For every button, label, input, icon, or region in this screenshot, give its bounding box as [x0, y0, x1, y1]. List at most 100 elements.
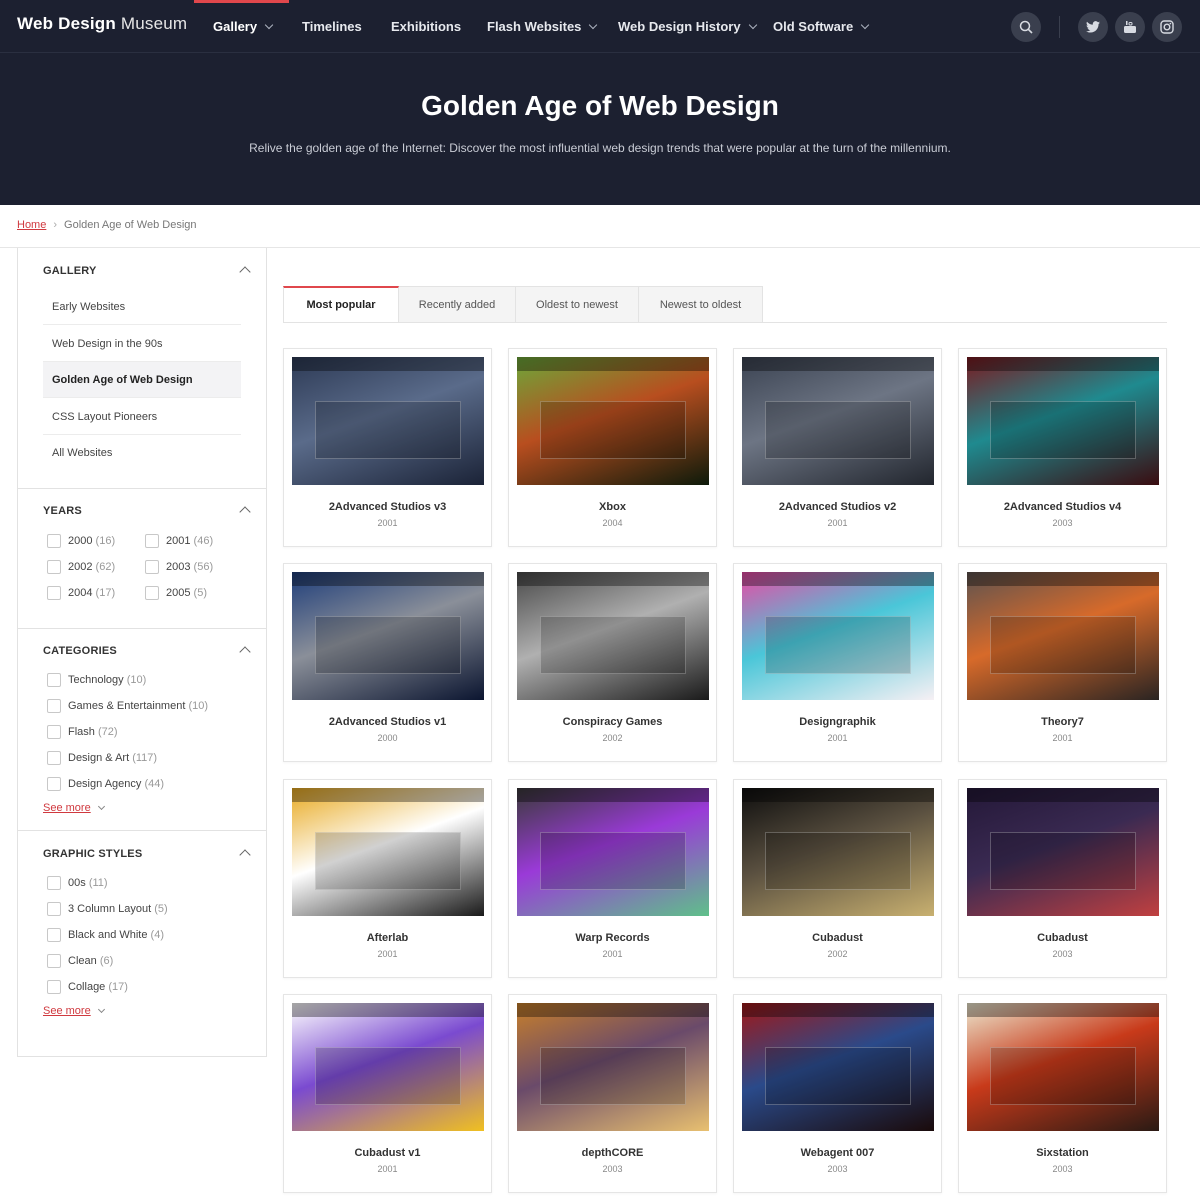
gallery-card[interactable]: 2Advanced Studios v3 2001	[283, 348, 492, 547]
website-screenshot[interactable]	[517, 572, 709, 700]
gallery-card[interactable]: 2Advanced Studios v2 2001	[733, 348, 942, 547]
tab-oldest-to-newest[interactable]: Oldest to newest	[516, 286, 639, 323]
gallery-card[interactable]: Designgraphik 2001	[733, 563, 942, 762]
gallery-link-early-websites[interactable]: Early Websites	[43, 289, 241, 325]
card-title[interactable]: Xbox	[509, 501, 716, 513]
style-filter-black-white[interactable]: Black and White (4)	[47, 928, 164, 942]
style-filter-00s[interactable]: 00s (11)	[47, 876, 108, 890]
checkbox[interactable]	[47, 902, 61, 916]
categories-see-more-link[interactable]: See more	[43, 802, 105, 814]
gallery-card[interactable]: Afterlab 2001	[283, 779, 492, 978]
checkbox[interactable]	[47, 699, 61, 713]
checkbox[interactable]	[145, 534, 159, 548]
gallery-card[interactable]: Cubadust 2003	[958, 779, 1167, 978]
card-title[interactable]: Afterlab	[284, 932, 491, 944]
nav-web-design-history[interactable]: Web Design History	[618, 0, 757, 53]
gallery-link-90s[interactable]: Web Design in the 90s	[43, 326, 241, 362]
gallery-card[interactable]: Webagent 007 2003	[733, 994, 942, 1193]
gallery-card[interactable]: Xbox 2004	[508, 348, 717, 547]
instagram-button[interactable]	[1152, 12, 1182, 42]
tab-recently-added[interactable]: Recently added	[399, 286, 516, 323]
card-title[interactable]: Sixstation	[959, 1147, 1166, 1159]
website-screenshot[interactable]	[517, 357, 709, 485]
gallery-link-css-pioneers[interactable]: CSS Layout Pioneers	[43, 399, 241, 435]
website-screenshot[interactable]	[292, 1003, 484, 1131]
website-screenshot[interactable]	[742, 572, 934, 700]
checkbox[interactable]	[47, 954, 61, 968]
card-title[interactable]: 2Advanced Studios v1	[284, 716, 491, 728]
chevron-up-icon[interactable]	[239, 849, 251, 861]
style-filter-clean[interactable]: Clean (6)	[47, 954, 113, 968]
tab-newest-to-oldest[interactable]: Newest to oldest	[639, 286, 763, 323]
card-title[interactable]: 2Advanced Studios v3	[284, 501, 491, 513]
twitter-button[interactable]	[1078, 12, 1108, 42]
category-filter-games[interactable]: Games & Entertainment (10)	[47, 699, 208, 713]
category-filter-design-agency[interactable]: Design Agency (44)	[47, 777, 164, 791]
card-title[interactable]: 2Advanced Studios v2	[734, 501, 941, 513]
website-screenshot[interactable]	[292, 572, 484, 700]
checkbox[interactable]	[145, 560, 159, 574]
card-title[interactable]: depthCORE	[509, 1147, 716, 1159]
gallery-link-all-websites[interactable]: All Websites	[43, 435, 241, 471]
gallery-card[interactable]: Theory7 2001	[958, 563, 1167, 762]
checkbox[interactable]	[47, 980, 61, 994]
card-title[interactable]: Warp Records	[509, 932, 716, 944]
styles-see-more-link[interactable]: See more	[43, 1005, 105, 1017]
checkbox[interactable]	[47, 928, 61, 942]
checkbox[interactable]	[47, 560, 61, 574]
website-screenshot[interactable]	[742, 1003, 934, 1131]
site-logo[interactable]: Web Design Museum	[17, 14, 187, 34]
card-title[interactable]: 2Advanced Studios v4	[959, 501, 1166, 513]
search-button[interactable]	[1011, 12, 1041, 42]
nav-timelines[interactable]: Timelines	[302, 0, 362, 53]
checkbox[interactable]	[47, 673, 61, 687]
year-filter-2000[interactable]: 2000 (16)	[47, 534, 115, 548]
style-filter-3-column[interactable]: 3 Column Layout (5)	[47, 902, 168, 916]
category-filter-design-art[interactable]: Design & Art (117)	[47, 751, 157, 765]
category-filter-technology[interactable]: Technology (10)	[47, 673, 146, 687]
nav-old-software[interactable]: Old Software	[773, 0, 870, 53]
card-title[interactable]: Theory7	[959, 716, 1166, 728]
website-screenshot[interactable]	[967, 788, 1159, 916]
style-filter-collage[interactable]: Collage (17)	[47, 980, 128, 994]
nav-flash-websites[interactable]: Flash Websites	[487, 0, 598, 53]
checkbox[interactable]	[145, 586, 159, 600]
chevron-up-icon[interactable]	[239, 646, 251, 658]
checkbox[interactable]	[47, 777, 61, 791]
gallery-card[interactable]: Warp Records 2001	[508, 779, 717, 978]
website-screenshot[interactable]	[292, 357, 484, 485]
gallery-card[interactable]: Conspiracy Games 2002	[508, 563, 717, 762]
nav-exhibitions[interactable]: Exhibitions	[391, 0, 461, 53]
gallery-card[interactable]: 2Advanced Studios v4 2003	[958, 348, 1167, 547]
nav-gallery[interactable]: Gallery	[193, 0, 290, 53]
website-screenshot[interactable]	[967, 572, 1159, 700]
website-screenshot[interactable]	[742, 788, 934, 916]
checkbox[interactable]	[47, 751, 61, 765]
category-filter-flash[interactable]: Flash (72)	[47, 725, 118, 739]
tab-most-popular[interactable]: Most popular	[283, 286, 399, 323]
website-screenshot[interactable]	[967, 357, 1159, 485]
gallery-link-golden-age[interactable]: Golden Age of Web Design	[43, 362, 241, 398]
gallery-card[interactable]: Sixstation 2003	[958, 994, 1167, 1193]
youtube-button[interactable]	[1115, 12, 1145, 42]
website-screenshot[interactable]	[292, 788, 484, 916]
chevron-up-icon[interactable]	[239, 506, 251, 518]
year-filter-2001[interactable]: 2001 (46)	[145, 534, 213, 548]
year-filter-2002[interactable]: 2002 (62)	[47, 560, 115, 574]
chevron-up-icon[interactable]	[239, 266, 251, 278]
website-screenshot[interactable]	[517, 788, 709, 916]
year-filter-2003[interactable]: 2003 (56)	[145, 560, 213, 574]
gallery-card[interactable]: Cubadust v1 2001	[283, 994, 492, 1193]
gallery-card[interactable]: depthCORE 2003	[508, 994, 717, 1193]
card-title[interactable]: Cubadust v1	[284, 1147, 491, 1159]
checkbox[interactable]	[47, 725, 61, 739]
year-filter-2005[interactable]: 2005 (5)	[145, 586, 207, 600]
card-title[interactable]: Cubadust	[959, 932, 1166, 944]
card-title[interactable]: Webagent 007	[734, 1147, 941, 1159]
checkbox[interactable]	[47, 876, 61, 890]
breadcrumb-home-link[interactable]: Home	[17, 219, 46, 231]
card-title[interactable]: Conspiracy Games	[509, 716, 716, 728]
gallery-card[interactable]: 2Advanced Studios v1 2000	[283, 563, 492, 762]
card-title[interactable]: Cubadust	[734, 932, 941, 944]
website-screenshot[interactable]	[742, 357, 934, 485]
